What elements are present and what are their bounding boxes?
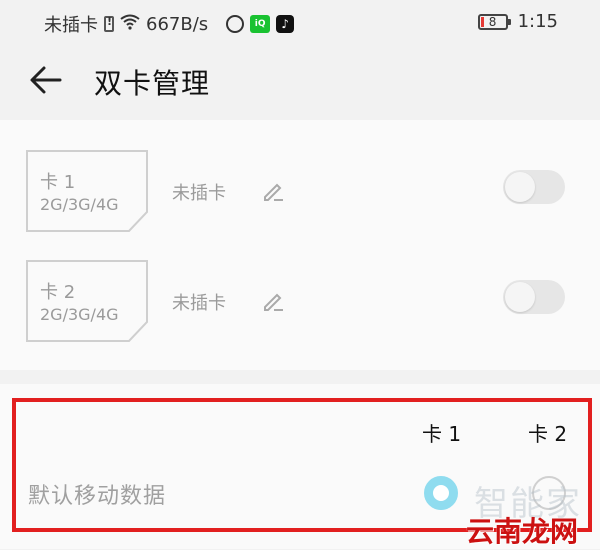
sim-card-1-name: 卡 1	[40, 172, 76, 193]
title-bar: 双卡管理	[0, 44, 600, 120]
sim-card-1-toggle[interactable]	[503, 170, 565, 204]
edit-sim-2-name-icon[interactable]	[262, 290, 286, 314]
status-left: 未插卡 667B/s iQ ♪	[44, 11, 295, 37]
sim-card-2-status: 未插卡	[172, 293, 226, 314]
carrier-text: 未插卡	[44, 15, 98, 36]
battery-level: 8	[488, 14, 497, 29]
globe-app-icon	[226, 15, 245, 33]
sim-card-2-toggle[interactable]	[503, 280, 565, 314]
sim-row-1: 卡 1 2G/3G/4G 未插卡	[0, 150, 600, 240]
sim-card-list: 卡 1 2G/3G/4G 未插卡 卡 2 2G/3G/4G 未插卡	[0, 120, 600, 370]
tiktok-app-icon: ♪	[276, 15, 295, 33]
column-header-card-1: 卡 1	[422, 422, 462, 446]
toggle-knob	[505, 172, 535, 202]
page-title: 双卡管理	[94, 67, 211, 100]
battery-icon: 8	[477, 13, 511, 30]
sim-card-1-icon: 卡 1 2G/3G/4G	[26, 150, 148, 232]
sim-card-2-name: 卡 2	[40, 282, 76, 303]
sim-card-1-network: 2G/3G/4G	[40, 195, 119, 214]
status-right: 8 1:15	[477, 11, 558, 32]
sim-card-1-status: 未插卡	[172, 183, 226, 204]
status-bar: 未插卡 667B/s iQ ♪ 8 1:15	[0, 0, 600, 44]
toggle-knob	[505, 282, 535, 312]
clock: 1:15	[517, 11, 558, 32]
iqiyi-app-icon: iQ	[250, 15, 271, 33]
sim-card-2-network: 2G/3G/4G	[40, 305, 119, 324]
default-data-card-1-radio[interactable]	[424, 476, 458, 510]
sim-card-2-icon: 卡 2 2G/3G/4G	[26, 260, 148, 342]
sim-row-2: 卡 2 2G/3G/4G 未插卡	[0, 260, 600, 350]
watermark-logo: 云南龙网	[466, 515, 579, 548]
network-speed: 667B/s	[146, 13, 209, 35]
back-arrow-icon[interactable]	[26, 60, 66, 100]
wifi-icon	[120, 14, 140, 35]
default-mobile-data-label: 默认移动数据	[28, 484, 167, 509]
column-header-card-2: 卡 2	[528, 422, 568, 446]
edit-sim-1-name-icon[interactable]	[262, 180, 286, 204]
sim-absent-icon	[104, 15, 114, 32]
